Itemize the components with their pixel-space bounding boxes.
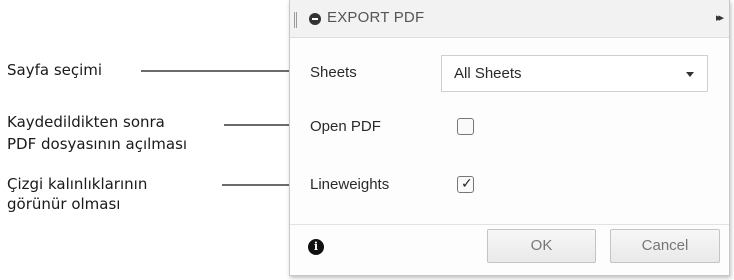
annotation-sheets: Sayfa seçimi — [7, 61, 103, 79]
annotation-lineweights-line2: görünür olması — [7, 195, 121, 213]
annotation-leader-open-pdf — [224, 124, 291, 126]
annotation-open-pdf-line1: Kaydedildikten sonra — [7, 113, 165, 131]
dialog-titlebar[interactable]: EXPORT PDF ▸▸ — [290, 0, 729, 38]
sheets-select[interactable]: All Sheets — [441, 55, 708, 92]
annotation-open-pdf-line2: PDF dosyasının açılması — [7, 135, 188, 153]
double-chevron-right-icon[interactable]: ▸▸ — [716, 11, 724, 24]
lineweights-checkbox[interactable]: ✓ — [457, 176, 474, 193]
annotation-leader-sheets — [141, 70, 291, 72]
minus-circle-icon[interactable] — [309, 13, 321, 25]
lineweights-label: Lineweights — [310, 176, 390, 193]
open-pdf-checkbox[interactable] — [457, 118, 474, 135]
annotation-leader-lineweights — [222, 184, 291, 186]
info-icon[interactable]: i — [308, 239, 324, 255]
footer-divider — [290, 224, 729, 225]
drag-grip-icon[interactable] — [294, 12, 297, 28]
sheets-select-value: All Sheets — [454, 65, 522, 82]
annotation-lineweights-line1: Çizgi kalınlıklarının — [7, 175, 148, 193]
sheets-label: Sheets — [310, 64, 357, 81]
export-pdf-dialog: EXPORT PDF ▸▸ Sheets All Sheets Open PDF… — [289, 0, 730, 276]
ok-button[interactable]: OK — [487, 229, 596, 263]
chevron-down-icon — [686, 72, 694, 77]
dialog-title: EXPORT PDF — [327, 9, 425, 26]
cancel-button[interactable]: Cancel — [610, 229, 720, 263]
checkmark-icon: ✓ — [461, 176, 473, 192]
open-pdf-label: Open PDF — [310, 118, 381, 135]
